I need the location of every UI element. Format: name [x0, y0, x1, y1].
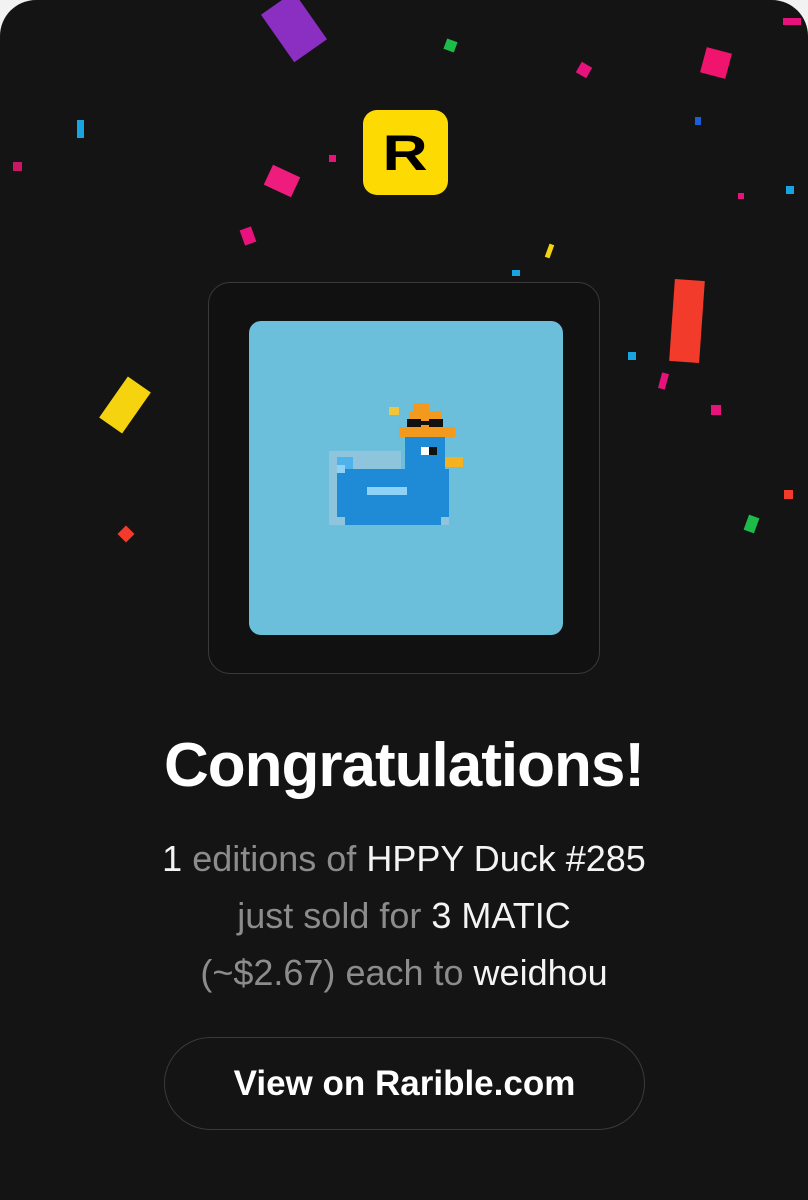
- rarible-logo-letter: R: [382, 124, 429, 181]
- nft-artwork-frame: [208, 282, 600, 674]
- confetti-piece: [443, 38, 458, 53]
- item-name: HPPY Duck #285: [366, 838, 646, 879]
- pixel-duck-icon: [329, 403, 463, 525]
- confetti-piece: [239, 226, 257, 246]
- sale-summary: 1 editions of HPPY Duck #285 just sold f…: [0, 830, 808, 1001]
- buyer-name: weidhou: [473, 952, 608, 993]
- confetti-piece: [575, 61, 593, 79]
- editions-text: editions of: [192, 838, 357, 879]
- confetti-piece: [784, 490, 793, 499]
- confetti-piece: [544, 243, 555, 259]
- confetti-piece: [695, 117, 701, 125]
- confetti-piece: [77, 120, 84, 138]
- summary-line-2: just sold for 3 MATIC: [0, 887, 808, 944]
- confetti-piece: [99, 376, 151, 434]
- confetti-piece: [117, 525, 135, 543]
- confetti-piece: [628, 352, 636, 360]
- sold-text: just sold for: [237, 895, 422, 936]
- rarible-logo: R: [363, 110, 448, 195]
- confetti-piece: [786, 186, 794, 194]
- nft-artwork: [249, 321, 563, 635]
- confetti-piece: [329, 155, 336, 162]
- confetti-piece: [700, 47, 732, 79]
- view-on-rarible-button[interactable]: View on Rarible.com: [164, 1037, 645, 1130]
- confetti-piece: [711, 405, 721, 415]
- sale-quantity: 1: [162, 838, 183, 879]
- page-title: Congratulations!: [164, 731, 645, 800]
- confetti-piece: [658, 372, 669, 390]
- confetti-piece: [783, 18, 801, 25]
- usd-price: (~$2.67): [200, 952, 336, 993]
- summary-line-3: (~$2.67) each to weidhou: [0, 944, 808, 1001]
- confetti-piece: [738, 193, 744, 199]
- view-on-rarible-label: View on Rarible.com: [233, 1063, 576, 1103]
- each-to-text: each to: [345, 952, 464, 993]
- summary-line-1: 1 editions of HPPY Duck #285: [0, 830, 808, 887]
- confetti-piece: [512, 270, 520, 276]
- confetti-piece: [263, 164, 301, 198]
- confetti-piece: [743, 514, 760, 534]
- confetti-piece: [13, 162, 22, 171]
- sale-price: 3 MATIC: [431, 895, 571, 936]
- confetti-piece: [669, 279, 705, 363]
- sale-notification-card: R Congratulations! 1 editions of HPPY Du…: [0, 0, 808, 1200]
- confetti-piece: [260, 0, 328, 63]
